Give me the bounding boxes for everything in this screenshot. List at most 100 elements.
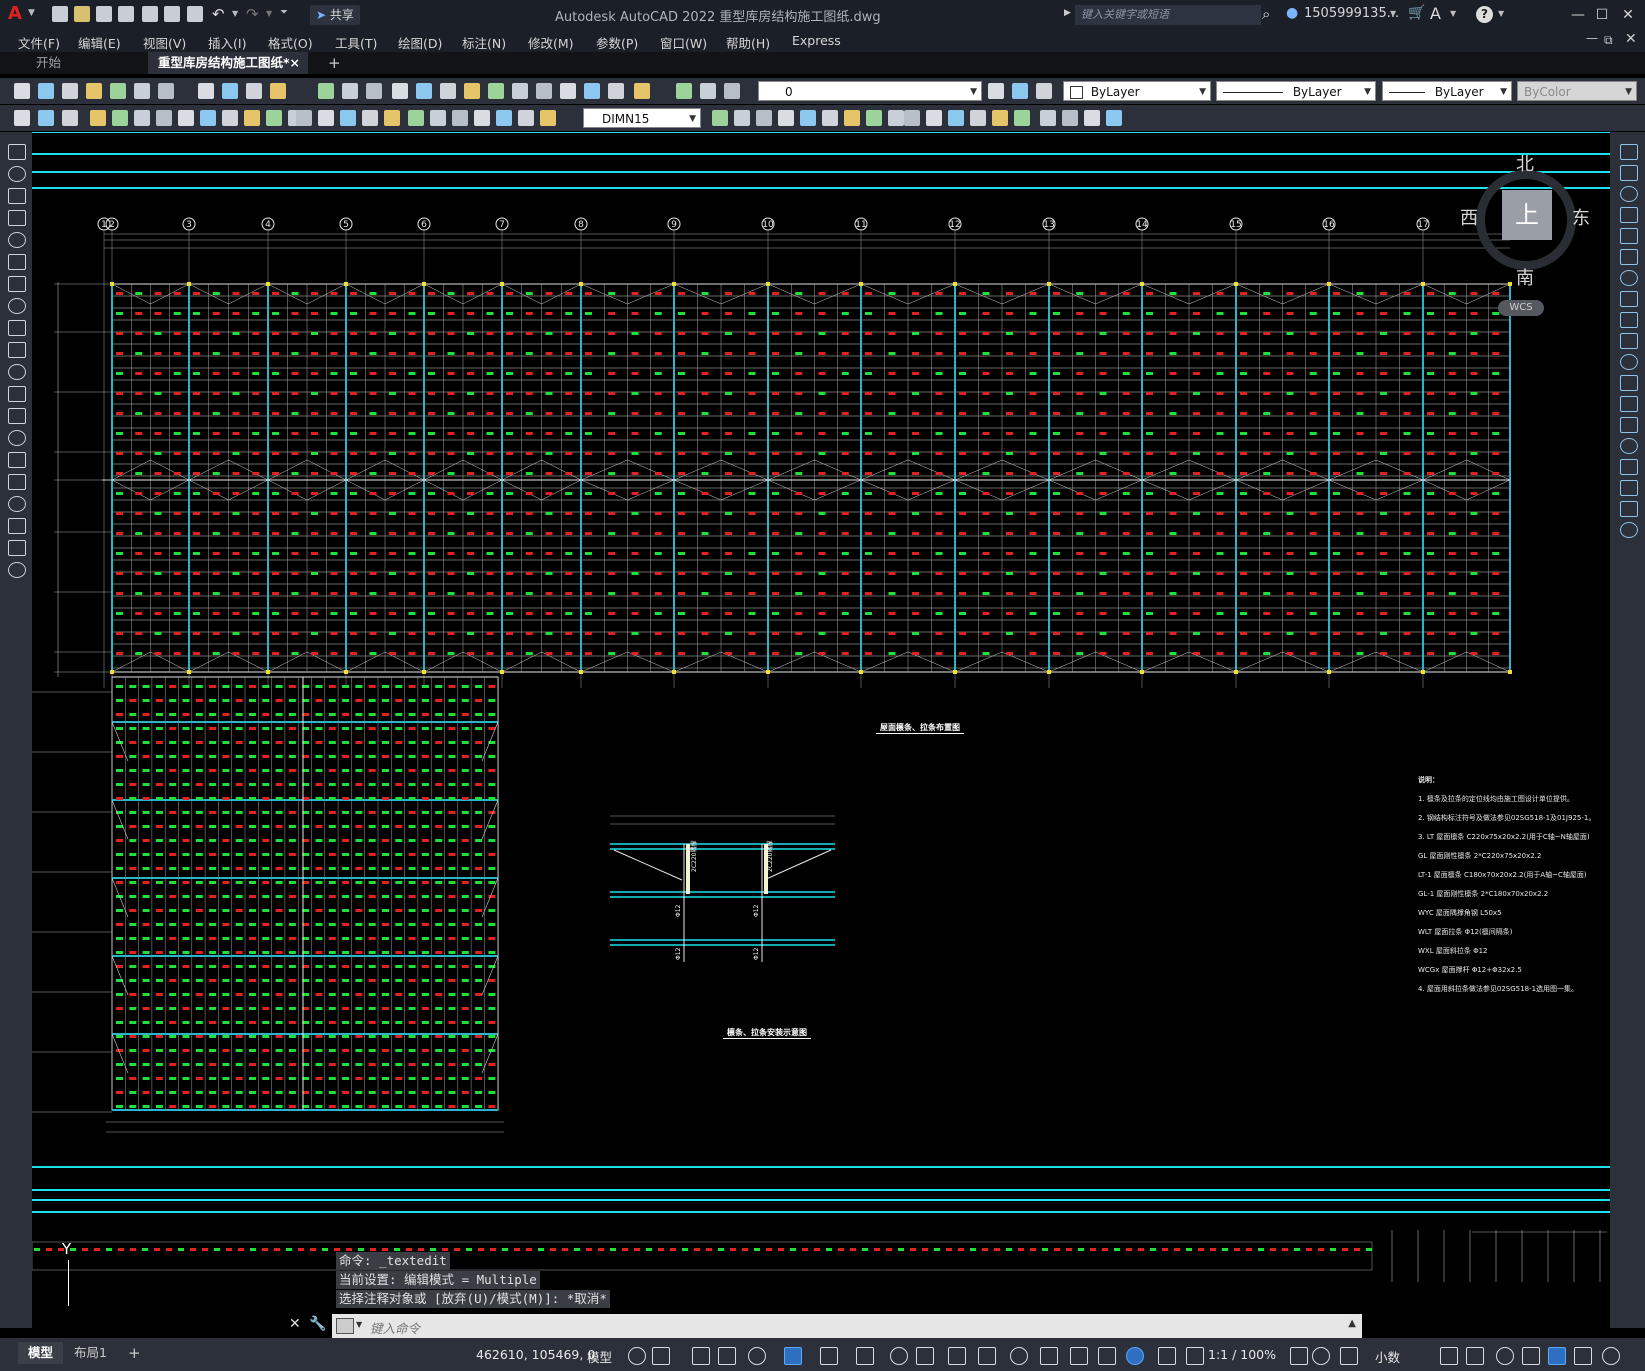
standard-tool-icon-22[interactable]: [584, 83, 600, 99]
dimension-tool-icon-23[interactable]: [518, 110, 534, 126]
dimension-tool-icon-0[interactable]: [14, 110, 30, 126]
dimension-tool-icon-6[interactable]: [156, 110, 172, 126]
dimension-tool-icon-25[interactable]: [712, 110, 728, 126]
menu-item-3[interactable]: 插入(I): [208, 33, 246, 52]
dimension-tool-icon-27[interactable]: [756, 110, 772, 126]
modify-tool-icon-3[interactable]: [1620, 207, 1638, 223]
redo-icon[interactable]: ↷: [246, 5, 259, 23]
status-toggle-icon-16[interactable]: [1126, 1347, 1144, 1365]
dimension-tool-icon-39[interactable]: [1014, 110, 1030, 126]
redo-dropdown-icon[interactable]: ▼: [266, 9, 272, 18]
compass-east[interactable]: 东: [1572, 204, 1590, 230]
standard-tool-icon-7[interactable]: [198, 83, 214, 99]
draw-tool-icon-3[interactable]: [8, 210, 26, 226]
status-toggle-icon-15[interactable]: [1098, 1347, 1116, 1365]
autodesk-apps-icon[interactable]: A: [1430, 4, 1441, 23]
user-icon[interactable]: ●: [1286, 5, 1300, 21]
doc-restore-icon[interactable]: ⧉: [1604, 33, 1613, 48]
compass-south[interactable]: 南: [1516, 264, 1534, 290]
plot-icon[interactable]: [187, 6, 203, 22]
dimension-tool-icon-38[interactable]: [992, 110, 1008, 126]
dimension-tool-icon-11[interactable]: [266, 110, 282, 126]
dimension-tool-icon-28[interactable]: [778, 110, 794, 126]
status-toggle-icon-25[interactable]: [1522, 1347, 1540, 1365]
dimension-tool-icon-36[interactable]: [948, 110, 964, 126]
status-toggle-icon-18[interactable]: [1186, 1347, 1204, 1365]
draw-tool-icon-17[interactable]: [8, 518, 26, 534]
modify-tool-icon-13[interactable]: [1620, 417, 1638, 433]
status-toggle-icon-9[interactable]: [916, 1347, 934, 1365]
standard-tool-icon-5[interactable]: [134, 83, 150, 99]
standard-tool-icon-23[interactable]: [608, 83, 624, 99]
draw-tool-icon-16[interactable]: [8, 496, 26, 512]
status-toggle-icon-8[interactable]: [890, 1347, 908, 1365]
dimension-tool-icon-33[interactable]: [888, 110, 904, 126]
modify-tool-icon-6[interactable]: [1620, 270, 1638, 286]
standard-tool-icon-21[interactable]: [560, 83, 576, 99]
coordinate-readout[interactable]: 462610, 105469, 0: [476, 1347, 595, 1362]
modify-tool-icon-15[interactable]: [1620, 459, 1638, 475]
menu-item-6[interactable]: 绘图(D): [398, 33, 442, 52]
modify-tool-icon-5[interactable]: [1620, 249, 1638, 265]
dimension-tool-icon-8[interactable]: [200, 110, 216, 126]
draw-tool-icon-2[interactable]: [8, 188, 26, 204]
tab-start[interactable]: 开始: [36, 52, 61, 74]
dimension-tool-icon-17[interactable]: [384, 110, 400, 126]
dimension-tool-icon-3[interactable]: [90, 110, 106, 126]
layer-combo[interactable]: 0 ▼: [758, 81, 982, 101]
status-toggle-icon-19[interactable]: [1290, 1347, 1308, 1365]
dimension-tool-icon-1[interactable]: [38, 110, 54, 126]
viewcube-top-face[interactable]: 上: [1502, 190, 1552, 240]
drawing-area[interactable]: 1 2 3 4 5 6 7 8 9 10 11 12 13 14 15 16 17 2C220隅撑 2C220隅撑 Φ…: [32, 132, 1610, 1328]
modify-tool-icon-12[interactable]: [1620, 396, 1638, 412]
search-icon[interactable]: ⌕: [1262, 5, 1270, 23]
draw-tool-icon-12[interactable]: [8, 408, 26, 424]
standard-tool-icon-10[interactable]: [270, 83, 286, 99]
prompt-dropdown-icon[interactable]: ▼: [356, 1320, 362, 1329]
status-toggle-icon-0[interactable]: [628, 1347, 646, 1365]
dimension-tool-icon-16[interactable]: [362, 110, 378, 126]
status-toggle-icon-26[interactable]: [1548, 1347, 1566, 1365]
undo-dropdown-icon[interactable]: ▼: [232, 9, 238, 18]
standard-tool-icon-16[interactable]: [440, 83, 456, 99]
draw-tool-icon-5[interactable]: [8, 254, 26, 270]
draw-tool-icon-9[interactable]: [8, 342, 26, 358]
dimension-tool-icon-22[interactable]: [496, 110, 512, 126]
dimension-tool-icon-7[interactable]: [178, 110, 194, 126]
open-icon[interactable]: [74, 6, 90, 22]
standard-tool-icon-17[interactable]: [464, 83, 480, 99]
status-toggle-icon-1[interactable]: [652, 1347, 670, 1365]
command-close-icon[interactable]: ✕: [289, 1316, 301, 1332]
color-combo[interactable]: ByLayer ▼: [1063, 81, 1211, 101]
dimension-tool-icon-41[interactable]: [1062, 110, 1078, 126]
cart-icon[interactable]: 🛒: [1408, 5, 1425, 21]
standard-tool-icon-30[interactable]: [1036, 83, 1052, 99]
tab-layout1[interactable]: 布局1: [64, 1342, 117, 1364]
plotstyle-combo[interactable]: ByColor ▼: [1517, 81, 1637, 101]
tab-drawing[interactable]: 重型库房结构施工图纸* ×: [148, 52, 308, 74]
minimize-icon[interactable]: —: [1568, 5, 1588, 25]
standard-tool-icon-8[interactable]: [222, 83, 238, 99]
modify-tool-icon-17[interactable]: [1620, 501, 1638, 517]
modify-tool-icon-10[interactable]: [1620, 354, 1638, 370]
autocad-logo-icon[interactable]: A: [8, 3, 22, 24]
doc-minimize-icon[interactable]: —: [1586, 31, 1598, 45]
help-search-input[interactable]: 键入关键字或短语: [1075, 5, 1261, 25]
draw-tool-icon-10[interactable]: [8, 364, 26, 380]
standard-tool-icon-19[interactable]: [512, 83, 528, 99]
dimension-tool-icon-2[interactable]: [62, 110, 78, 126]
modify-tool-icon-11[interactable]: [1620, 375, 1638, 391]
compass-north[interactable]: 北: [1516, 150, 1534, 176]
dimension-tool-icon-26[interactable]: [734, 110, 750, 126]
dimension-tool-icon-35[interactable]: [926, 110, 942, 126]
dimension-tool-icon-42[interactable]: [1084, 110, 1100, 126]
menu-item-0[interactable]: 文件(F): [18, 33, 60, 52]
standard-tool-icon-0[interactable]: [14, 83, 30, 99]
units-setting[interactable]: 小数: [1375, 1347, 1400, 1366]
dimension-tool-icon-37[interactable]: [970, 110, 986, 126]
standard-tool-icon-26[interactable]: [700, 83, 716, 99]
menu-item-7[interactable]: 标注(N): [462, 33, 506, 52]
standard-tool-icon-12[interactable]: [342, 83, 358, 99]
linetype-combo[interactable]: ByLayer ▼: [1216, 81, 1376, 101]
dimension-tool-icon-32[interactable]: [866, 110, 882, 126]
